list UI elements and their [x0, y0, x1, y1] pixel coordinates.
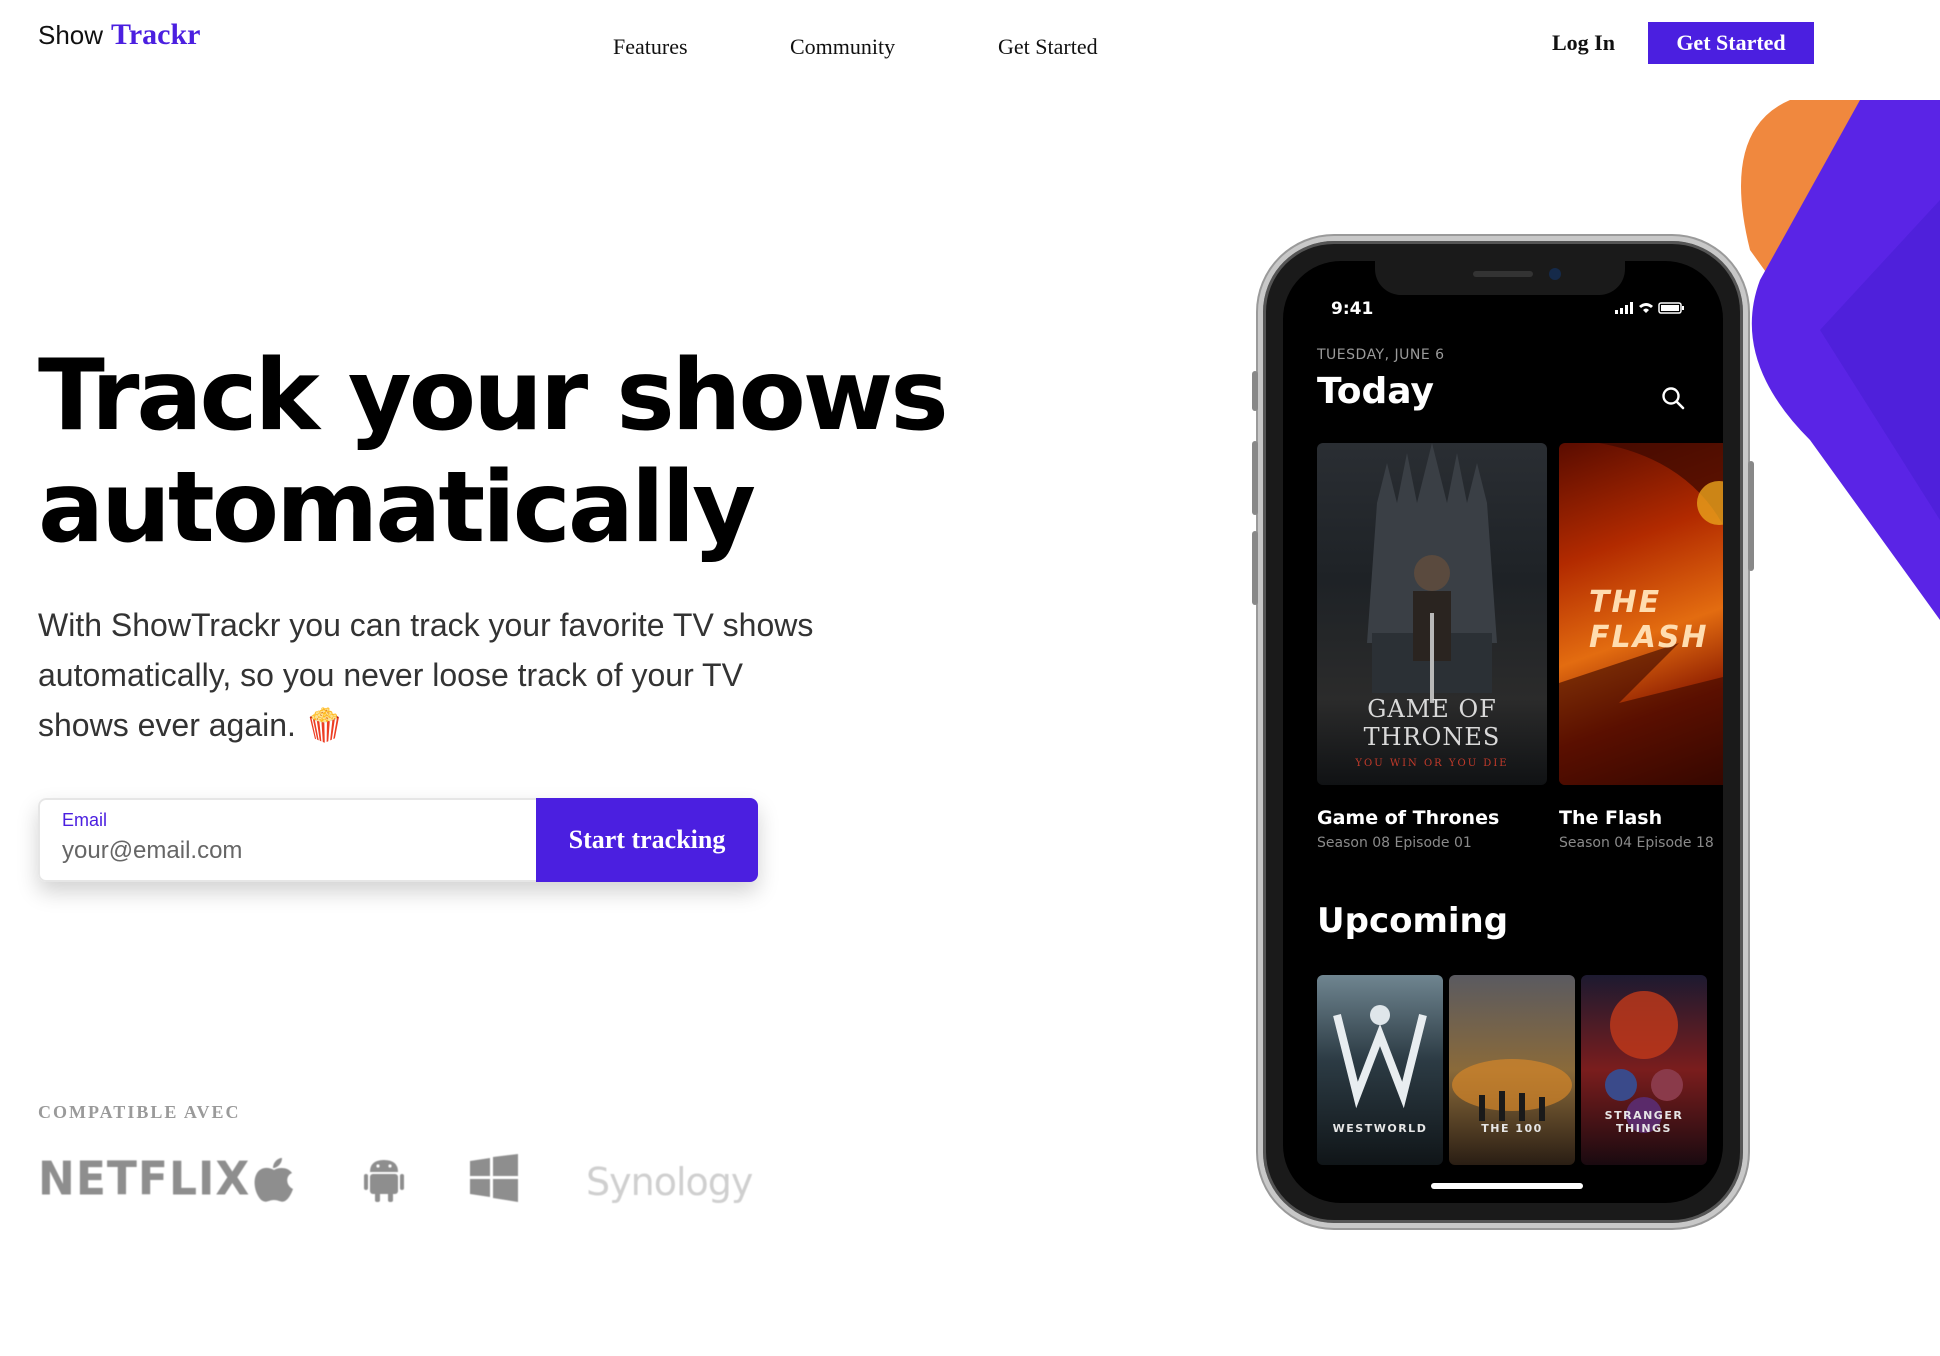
phone-volume-up	[1252, 441, 1258, 515]
phone-volume-down	[1252, 531, 1258, 605]
phone-mockup: 9:41 TUESDAY, JUNE 6 Today GAME OF THRON…	[1252, 236, 1754, 1228]
android-icon	[364, 1160, 404, 1202]
brand-show-text: Show	[38, 20, 104, 50]
the-100-title: THE 100	[1481, 1122, 1543, 1135]
email-field[interactable]: Email	[38, 798, 536, 882]
phone-mute-switch	[1252, 371, 1258, 411]
hero-subtitle: With ShowTrackr you can track your favor…	[38, 607, 814, 743]
the-flash-poster[interactable]: THE FLASH	[1559, 443, 1723, 785]
got-title: Game of Thrones	[1317, 807, 1500, 829]
nav-features-link[interactable]: Features	[613, 34, 688, 60]
hero-title-line-2: automatically	[38, 451, 756, 565]
landing-page: Show Trackr Features Community Get Start…	[0, 0, 1940, 1356]
flash-title: The Flash	[1559, 807, 1663, 829]
got-episode: Season 08 Episode 01	[1317, 835, 1472, 851]
westworld-title: WESTWORLD	[1332, 1122, 1428, 1135]
westworld-art	[1333, 1005, 1427, 1109]
signup-form: Email Start tracking	[38, 798, 758, 882]
phone-speaker	[1473, 271, 1533, 277]
today-date: TUESDAY, JUNE 6	[1317, 347, 1445, 363]
status-icons	[1615, 302, 1684, 314]
flash-poster-title: THE FLASH	[1589, 585, 1709, 655]
flash-episode: Season 04 Episode 18	[1559, 835, 1714, 851]
home-indicator[interactable]	[1431, 1183, 1583, 1189]
westworld-poster[interactable]: WESTWORLD	[1317, 975, 1443, 1165]
nav-community-link[interactable]: Community	[790, 34, 895, 60]
compatible-label: COMPATIBLE AVEC	[38, 1102, 241, 1122]
phone-camera	[1549, 268, 1561, 280]
windows-icon	[470, 1154, 518, 1202]
the-100-poster[interactable]: THE 100	[1449, 975, 1575, 1165]
hero-title-line-1: Track your shows	[38, 339, 949, 453]
the-100-art	[1452, 1059, 1572, 1121]
phone-notch	[1375, 261, 1625, 295]
got-poster-title: GAME OF THRONES	[1363, 695, 1501, 751]
hero-title: Track your shows automatically	[38, 340, 1018, 564]
start-tracking-button[interactable]: Start tracking	[536, 798, 758, 882]
got-poster-tagline: YOU WIN OR YOU DIE	[1355, 758, 1509, 769]
email-input[interactable]	[62, 837, 502, 865]
email-label: Email	[62, 810, 108, 830]
phone-power-button	[1748, 461, 1754, 571]
netflix-logo: NETFLIX	[38, 1152, 251, 1207]
search-icon[interactable]	[1661, 386, 1685, 410]
game-of-thrones-poster[interactable]: GAME OF THRONES YOU WIN OR YOU DIE	[1317, 443, 1547, 785]
upcoming-heading: Upcoming	[1317, 901, 1509, 941]
phone-screen: 9:41 TUESDAY, JUNE 6 Today GAME OF THRON…	[1283, 261, 1723, 1203]
stranger-things-art	[1605, 991, 1683, 1133]
status-time: 9:41	[1331, 299, 1374, 319]
brand-trackr-text: Trackr	[111, 18, 201, 51]
stranger-things-poster[interactable]: STRANGER THINGS	[1581, 975, 1707, 1165]
brand-logo[interactable]: Show Trackr	[38, 18, 200, 52]
today-heading: Today	[1317, 371, 1434, 412]
login-link[interactable]: Log In	[1552, 30, 1615, 56]
stranger-things-title: STRANGER THINGS	[1604, 1109, 1684, 1135]
nav-get-started-link[interactable]: Get Started	[998, 34, 1098, 60]
synology-logo: Synology	[586, 1160, 753, 1204]
get-started-button[interactable]: Get Started	[1648, 22, 1814, 64]
apple-icon	[254, 1158, 293, 1202]
